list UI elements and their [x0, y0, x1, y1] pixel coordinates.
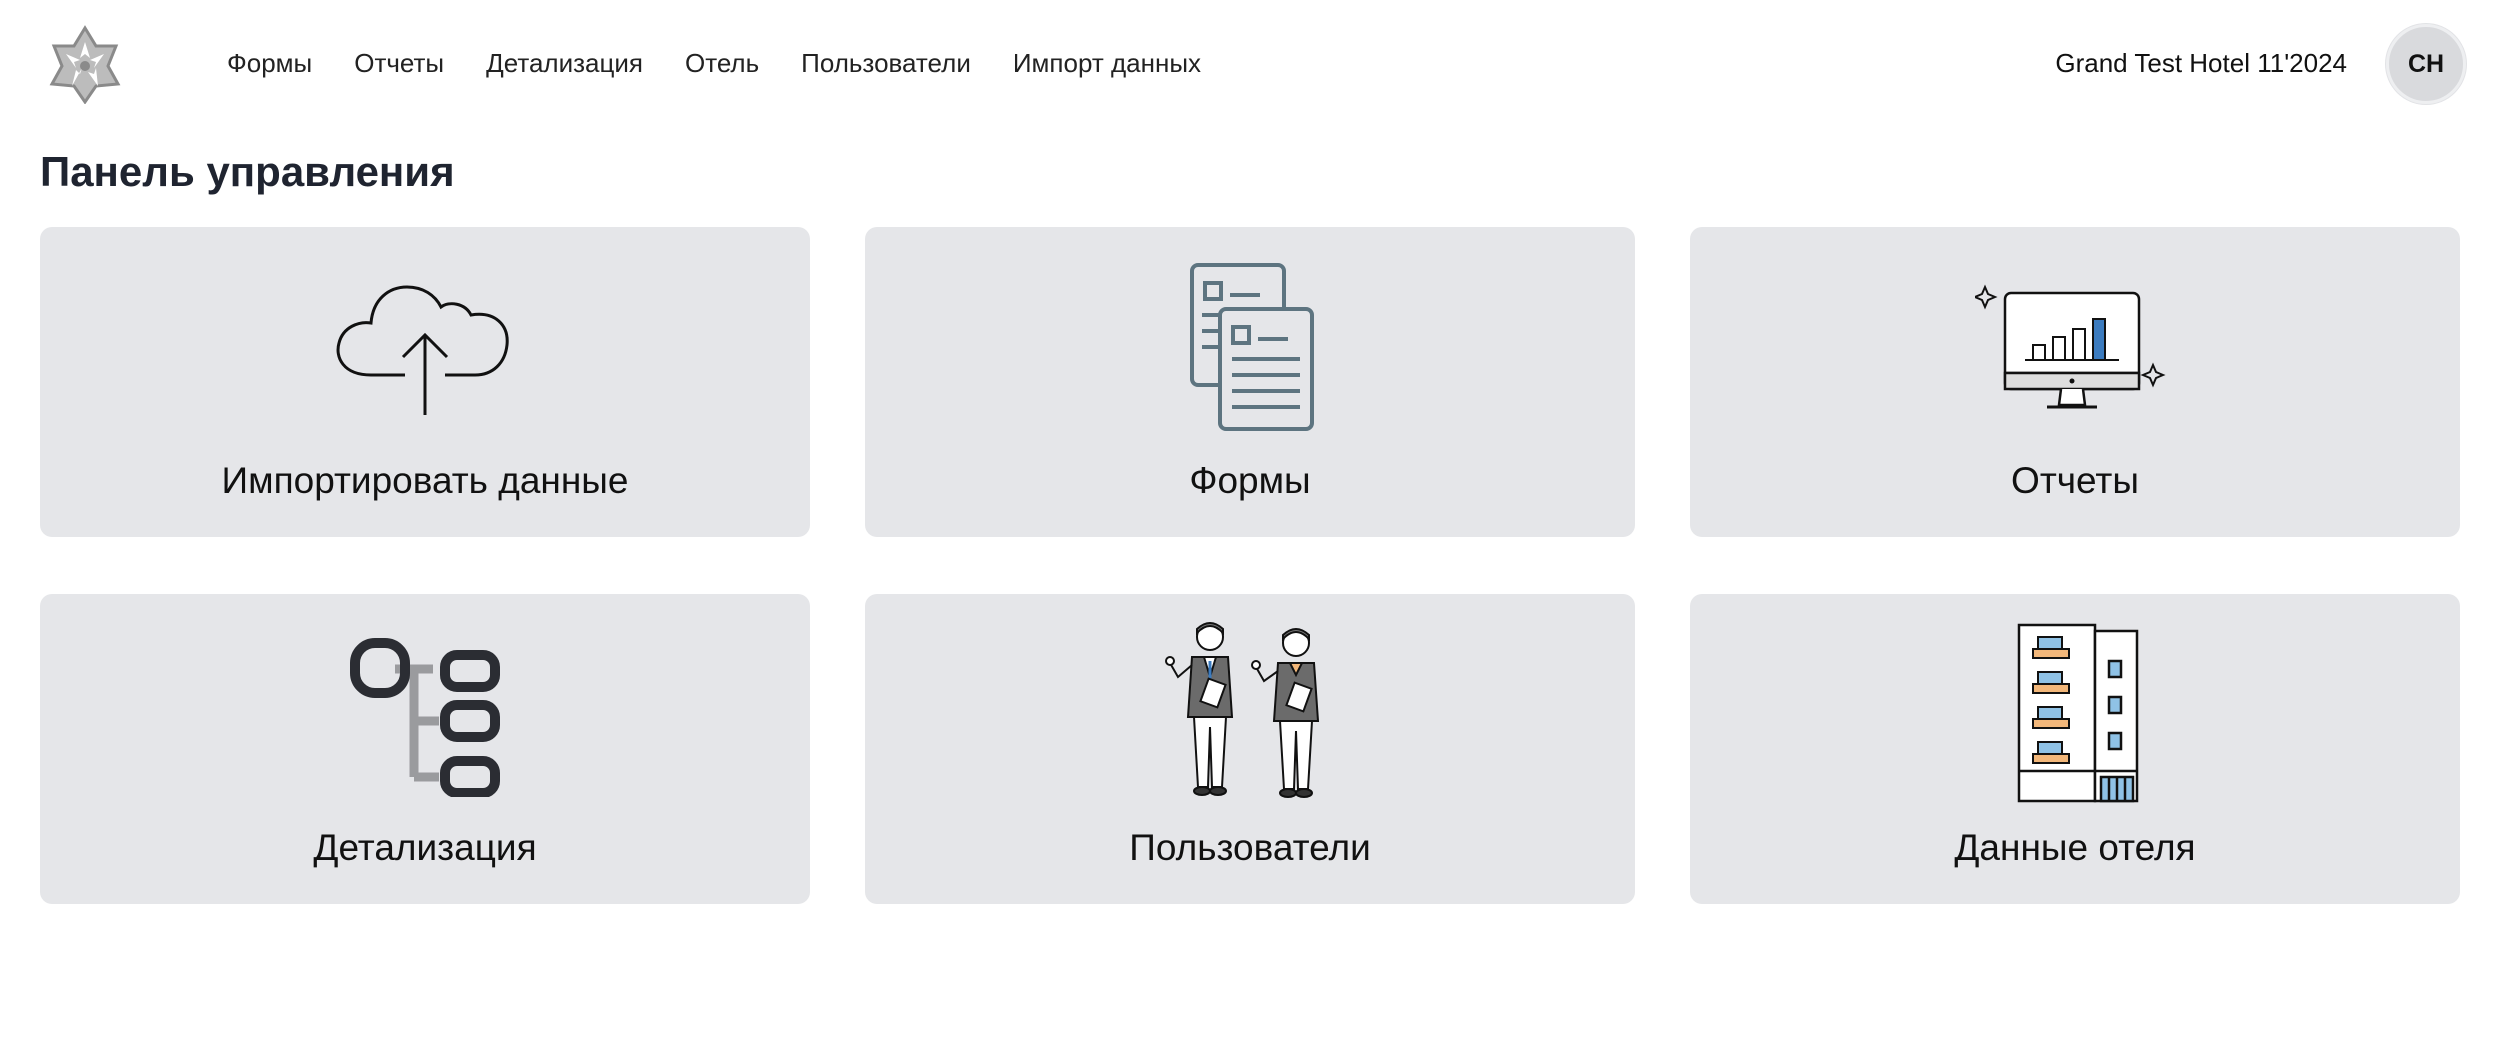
monitor-bar-chart-icon — [1975, 255, 2175, 435]
card-label: Данные отеля — [1954, 827, 2196, 868]
card-label: Формы — [1189, 460, 1311, 501]
nav-link-hotel[interactable]: Отель — [685, 46, 759, 80]
card-label: Импортировать данные — [221, 460, 629, 501]
card-details[interactable]: Детализация — [40, 594, 810, 904]
star-burst-logo-icon[interactable] — [46, 24, 124, 105]
card-label: Детализация — [313, 827, 537, 868]
card-label: Отчеты — [2011, 460, 2139, 501]
main-nav: Формы Отчеты Детализация Отель Пользоват… — [227, 46, 1243, 80]
nav-link-import[interactable]: Импорт данных — [1013, 46, 1201, 80]
card-hotel-data[interactable]: Данные отеля — [1690, 594, 2460, 904]
card-import-data[interactable]: Импортировать данные — [40, 227, 810, 537]
avatar[interactable]: CH — [2386, 24, 2466, 104]
card-users[interactable]: Пользователи — [865, 594, 1635, 904]
nav-link-forms[interactable]: Формы — [227, 46, 312, 80]
nav-link-details[interactable]: Детализация — [486, 46, 643, 80]
nav-link-users[interactable]: Пользователи — [801, 46, 971, 80]
dashboard-cards: Импортировать данные Формы Отчеты Детали… — [40, 227, 2460, 904]
hotel-name[interactable]: Grand Test Hotel 11'2024 — [2055, 46, 2347, 80]
hotel-building-icon — [1975, 622, 2175, 803]
nav-link-reports[interactable]: Отчеты — [354, 46, 444, 80]
top-navigation-bar: Формы Отчеты Детализация Отель Пользоват… — [0, 0, 2500, 128]
documents-icon — [1150, 255, 1350, 435]
tree-structure-icon — [325, 622, 525, 802]
page-title: Панель управления — [40, 148, 455, 195]
users-people-icon — [1150, 622, 1350, 802]
card-label: Пользователи — [1129, 827, 1371, 868]
card-reports[interactable]: Отчеты — [1690, 227, 2460, 537]
card-forms[interactable]: Формы — [865, 227, 1635, 537]
cloud-upload-icon — [325, 255, 525, 435]
